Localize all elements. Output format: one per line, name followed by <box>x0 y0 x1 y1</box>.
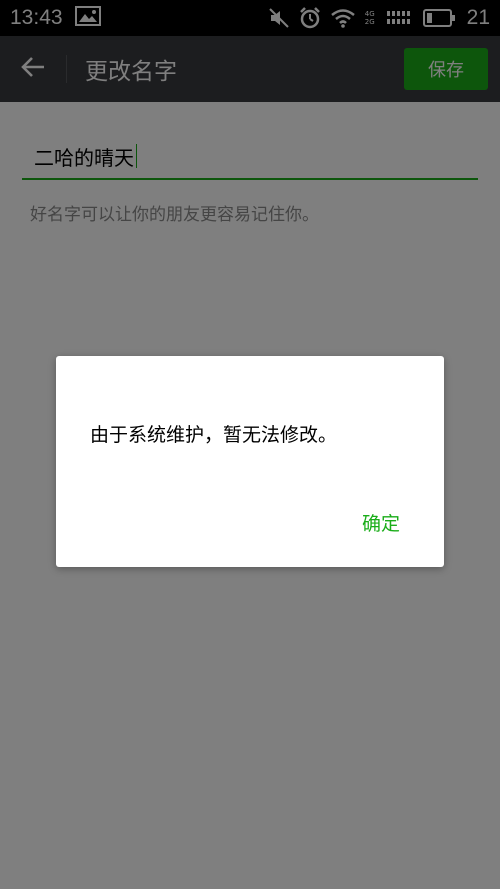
confirm-button[interactable]: 确定 <box>346 502 416 542</box>
dialog-message: 由于系统维护，暂无法修改。 <box>90 424 338 446</box>
screen: 13:43 <box>0 0 500 889</box>
alert-dialog: 由于系统维护，暂无法修改。 确定 <box>56 356 444 567</box>
